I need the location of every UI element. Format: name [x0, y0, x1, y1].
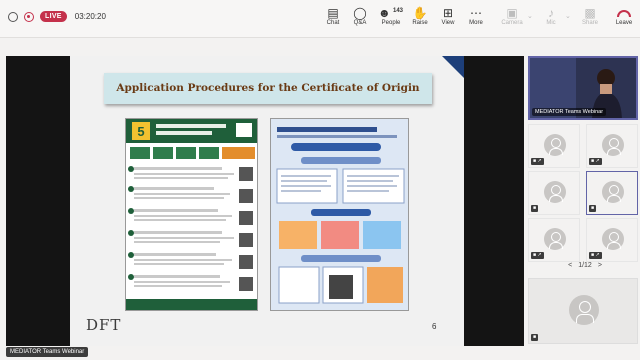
- avatar: [569, 295, 599, 325]
- poster-b-graphic: [271, 119, 408, 310]
- leave-button[interactable]: Leave: [610, 6, 638, 26]
- camera-label: Camera: [501, 20, 523, 26]
- camera-options-chevron-icon[interactable]: ⌄: [527, 12, 533, 20]
- participant-tile[interactable]: ■ ↗: [586, 124, 638, 168]
- avatar: [544, 228, 566, 250]
- poster-dft-smart-cio-form: 5: [125, 118, 258, 311]
- participant-tile[interactable]: ■ ↗: [528, 218, 580, 262]
- camera-button[interactable]: ▣ Camera: [498, 6, 526, 26]
- avatar: [602, 134, 624, 156]
- qna-button[interactable]: ◯ Q&A: [346, 6, 374, 26]
- qna-label: Q&A: [353, 20, 367, 26]
- participant-tile[interactable]: ■: [586, 171, 638, 215]
- tile-status-badge: ■ ↗: [589, 158, 602, 165]
- gallery-pager: <1/12 >: [560, 262, 610, 269]
- participant-tile[interactable]: ■ ↗: [528, 124, 580, 168]
- svg-text:5: 5: [137, 124, 144, 139]
- teams-webinar-window: LIVE 03:20:20 ▤ Chat ◯ Q&A ☻ 143 People …: [0, 0, 640, 360]
- avatar: [544, 181, 566, 203]
- tile-status-badge: ■: [589, 205, 597, 212]
- avatar: [602, 181, 624, 203]
- shared-content-stage: Application Procedures for the Certifica…: [6, 56, 524, 346]
- slide-title: Application Procedures for the Certifica…: [116, 82, 420, 94]
- share-button[interactable]: ▩ Share: [576, 6, 604, 26]
- view-button[interactable]: ⊞ View: [434, 6, 462, 26]
- chat-button[interactable]: ▤ Chat: [319, 6, 347, 26]
- presenter-video-tile[interactable]: MEDIATOR Teams Webinar: [528, 56, 638, 120]
- tile-status-badge: ■: [531, 334, 539, 341]
- dft-logo: DFT: [86, 316, 122, 334]
- participant-tile[interactable]: ■ ↗: [586, 218, 638, 262]
- more-dots-icon: ⋯: [470, 6, 482, 20]
- more-label: More: [469, 20, 483, 26]
- leave-phone-icon: [617, 10, 631, 17]
- participant-tile-large[interactable]: ■: [528, 278, 638, 344]
- presenter-name-label: MEDIATOR Teams Webinar: [532, 108, 607, 116]
- gallery-page-indicator: 1/12: [578, 262, 592, 269]
- poster-dft-smart-registration: [270, 118, 409, 311]
- chat-icon: ▤: [327, 6, 339, 20]
- people-label: People: [381, 20, 401, 26]
- tile-status-badge: ■ ↗: [589, 252, 602, 259]
- stage-presenter-label: MEDIATOR Teams Webinar: [6, 347, 89, 357]
- avatar: [602, 228, 624, 250]
- meeting-timer: 03:20:20: [74, 12, 106, 21]
- presentation-slide: Application Procedures for the Certifica…: [70, 56, 464, 346]
- poster-a-graphic: 5: [126, 119, 257, 310]
- camera-off-icon: ▣: [506, 6, 518, 20]
- status-ring-icon: [8, 11, 18, 22]
- raise-hand-icon: ✋: [412, 6, 428, 20]
- people-button[interactable]: ☻ 143 People: [375, 6, 407, 26]
- slide-page-number: 6: [432, 322, 437, 331]
- tile-status-badge: ■ ↗: [531, 252, 544, 259]
- view-label: View: [441, 20, 455, 26]
- view-grid-icon: ⊞: [442, 6, 454, 20]
- raise-hand-button[interactable]: ✋ Raise: [406, 6, 434, 26]
- live-badge: LIVE: [40, 11, 67, 22]
- share-screen-icon: ▩: [584, 6, 596, 20]
- slide-corner-decoration: [442, 56, 464, 78]
- avatar: [544, 134, 566, 156]
- tile-status-badge: ■ ↗: [531, 158, 544, 165]
- share-label: Share: [581, 20, 598, 26]
- meeting-toolbar: LIVE 03:20:20 ▤ Chat ◯ Q&A ☻ 143 People …: [0, 0, 640, 38]
- leave-label: Leave: [615, 20, 633, 26]
- participant-tile[interactable]: ■: [528, 171, 580, 215]
- people-count: 143: [393, 8, 404, 14]
- slide-title-banner: Application Procedures for the Certifica…: [104, 73, 432, 104]
- tile-status-badge: ■: [531, 205, 539, 212]
- mic-off-icon: ♪: [548, 6, 554, 20]
- chat-label: Chat: [326, 20, 340, 26]
- gallery-next-button[interactable]: >: [598, 262, 602, 269]
- meeting-status: LIVE 03:20:20: [8, 11, 106, 22]
- mic-button[interactable]: ♪ Mic: [537, 6, 565, 26]
- raise-label: Raise: [412, 20, 428, 26]
- more-button[interactable]: ⋯ More: [462, 6, 490, 26]
- gallery-prev-button[interactable]: <: [568, 262, 572, 269]
- mic-label: Mic: [546, 20, 556, 26]
- mic-options-chevron-icon[interactable]: ⌄: [565, 12, 571, 20]
- qna-icon: ◯: [353, 6, 367, 20]
- recording-icon: [24, 11, 34, 22]
